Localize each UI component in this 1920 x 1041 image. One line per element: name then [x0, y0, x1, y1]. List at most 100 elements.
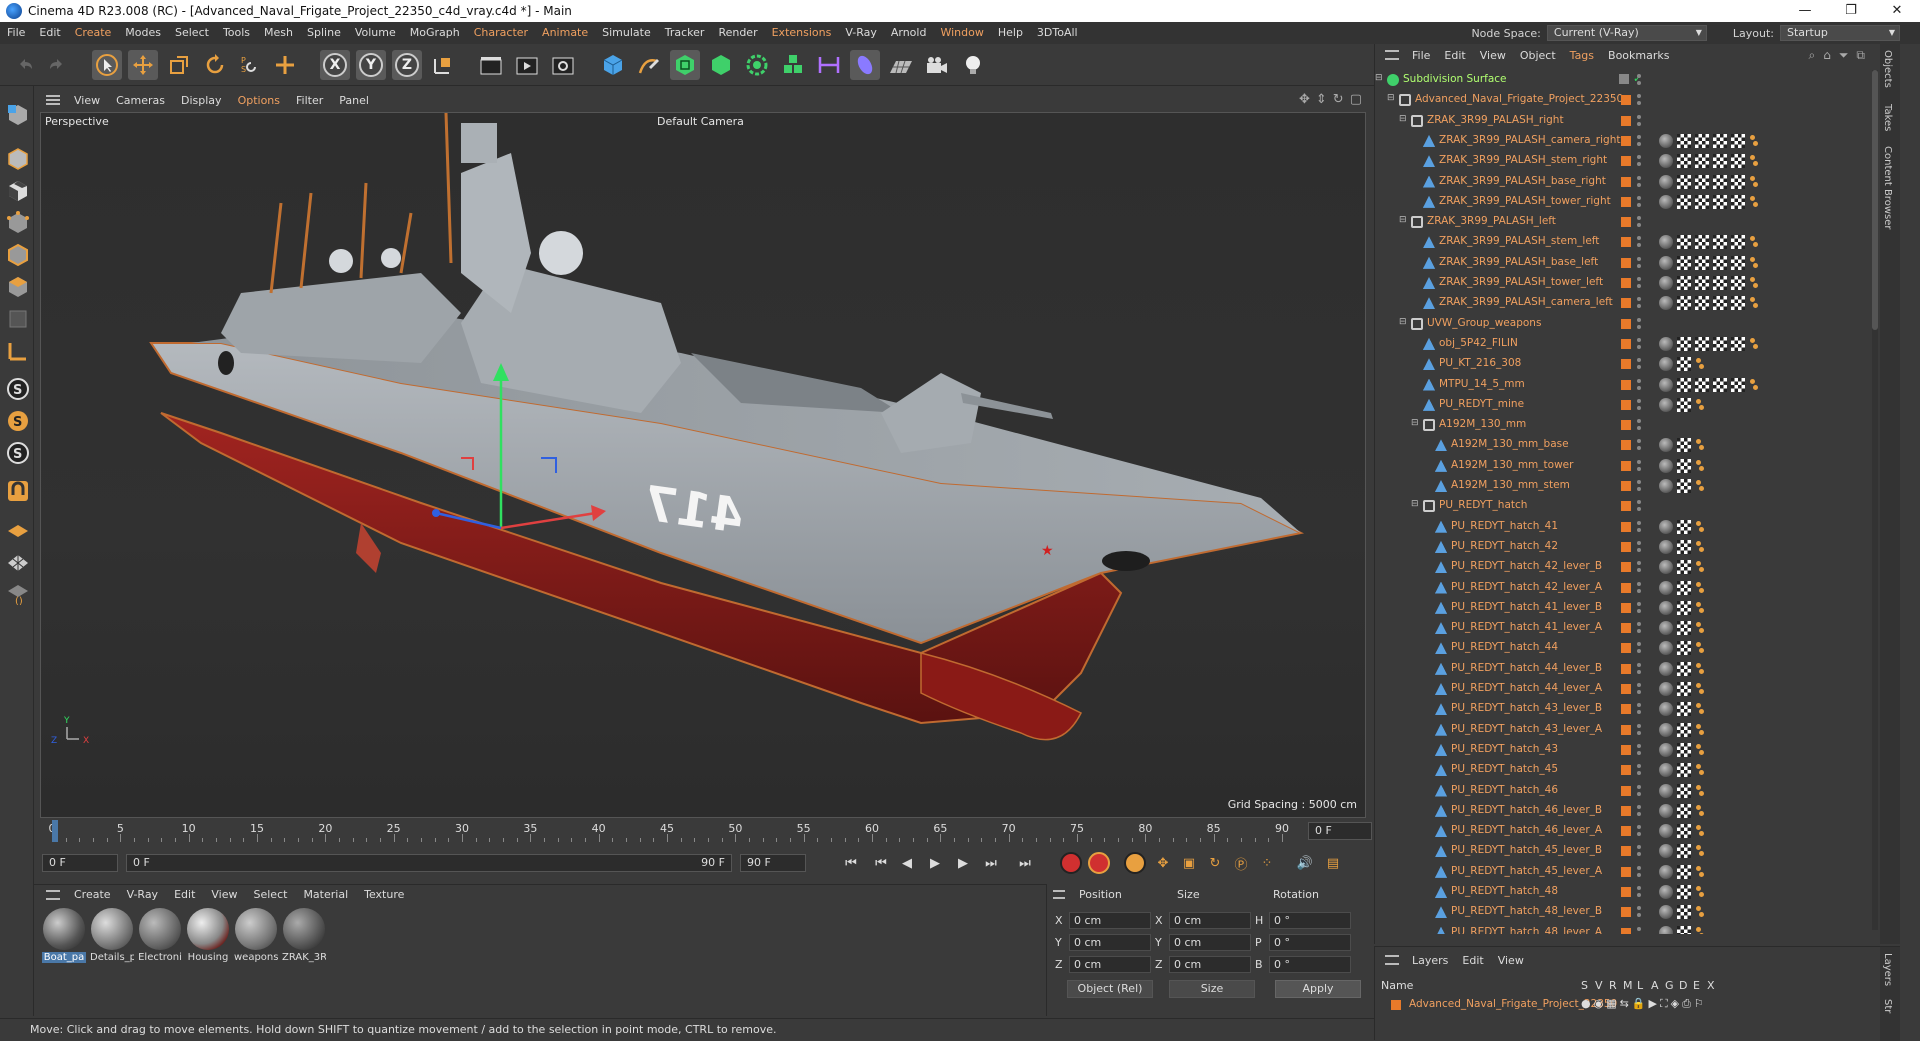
close-button[interactable]: ✕	[1874, 0, 1920, 22]
rotate-view-icon[interactable]: ↻	[1333, 92, 1344, 107]
z-axis-lock-button[interactable]: Z	[392, 50, 422, 80]
material-tag-icon[interactable]	[1659, 438, 1673, 453]
object-row[interactable]: PU_REDYT_hatch_41_lever_B	[1375, 598, 1881, 618]
menu-spline[interactable]: Spline	[300, 22, 348, 44]
uvw-tag-icon[interactable]	[1731, 336, 1745, 351]
visibility-dots-icon[interactable]	[1637, 256, 1641, 269]
apply-button[interactable]: Apply	[1275, 980, 1361, 998]
object-name[interactable]: PU_REDYT_hatch_42	[1451, 540, 1558, 552]
layers-menu-layers[interactable]: Layers	[1405, 954, 1455, 967]
selection-tag-icon[interactable]	[1695, 398, 1705, 412]
material-tag-icon[interactable]	[1659, 235, 1673, 250]
key-position-button[interactable]: ✥	[1152, 853, 1174, 873]
deformer-button[interactable]	[850, 50, 880, 80]
object-row[interactable]: PU_REDYT_hatch_42_lever_A	[1375, 578, 1881, 598]
visibility-dots-icon[interactable]	[1637, 398, 1641, 411]
scale-tool-button[interactable]	[164, 50, 194, 80]
rotation-p-field[interactable]: 0 °	[1269, 934, 1351, 951]
expand-toggle-icon[interactable]: ⊟	[1411, 418, 1419, 428]
objects-menu-view[interactable]: View	[1473, 49, 1513, 62]
layer-color-swatch[interactable]	[1621, 785, 1631, 796]
layer-color-swatch[interactable]	[1621, 481, 1631, 491]
material-tag-icon[interactable]	[1659, 600, 1673, 615]
layer-color-swatch[interactable]	[1621, 176, 1631, 187]
uvw-tag-icon[interactable]	[1731, 377, 1745, 392]
visibility-dots-icon[interactable]	[1637, 175, 1641, 188]
camera-button[interactable]	[922, 50, 952, 80]
rotate-tool-button[interactable]	[200, 50, 230, 80]
start-frame-field[interactable]: 0 F	[42, 854, 118, 872]
material-tag-icon[interactable]	[1659, 255, 1673, 270]
material-tag-icon[interactable]	[1659, 377, 1673, 392]
uvw-tag-icon[interactable]	[1695, 194, 1709, 209]
uvw-tag-icon[interactable]	[1677, 580, 1691, 595]
uvw-tag-icon[interactable]	[1677, 336, 1691, 351]
layer-color-swatch[interactable]	[1621, 684, 1631, 694]
selection-tag-icon[interactable]	[1695, 865, 1705, 879]
uvw-tag-icon[interactable]	[1677, 824, 1691, 839]
layer-manager-menu-icon[interactable]	[1385, 955, 1399, 965]
measure-button[interactable]	[814, 50, 844, 80]
object-row[interactable]: PU_REDYT_hatch_45_lever_B	[1375, 841, 1881, 861]
layer-row[interactable]: Advanced_Naval_Frigate_Project_22350 ●◉▦…	[1379, 997, 1879, 1015]
polygons-mode-button[interactable]	[5, 274, 31, 300]
uvw-tag-icon[interactable]	[1677, 803, 1691, 818]
object-name[interactable]: PU_REDYT_hatch_48	[1451, 885, 1558, 897]
expand-toggle-icon[interactable]: ⊟	[1399, 317, 1407, 327]
material-menu-view[interactable]: View	[203, 888, 245, 901]
menu-extensions[interactable]: Extensions	[765, 22, 839, 44]
cloner-button[interactable]	[742, 50, 772, 80]
menu-mograph[interactable]: MoGraph	[403, 22, 467, 44]
uvw-tag-icon[interactable]	[1677, 641, 1691, 656]
size-x-field[interactable]: 0 cm	[1169, 912, 1251, 929]
visibility-dots-icon[interactable]	[1637, 622, 1641, 634]
size-y-field[interactable]: 0 cm	[1169, 934, 1251, 951]
object-name[interactable]: Advanced_Naval_Frigate_Project_22350	[1415, 93, 1623, 105]
object-name[interactable]: ZRAK_3R99_PALASH_stem_right	[1439, 154, 1607, 166]
size-mode-select[interactable]: Size	[1169, 980, 1255, 998]
objects-menu-file[interactable]: File	[1405, 49, 1437, 62]
material-tag-icon[interactable]	[1659, 276, 1673, 290]
object-name[interactable]: PU_REDYT_hatch_46	[1451, 784, 1558, 796]
selection-tag-icon[interactable]	[1749, 296, 1759, 310]
subdivision-surface-button[interactable]	[670, 50, 700, 80]
filter-icon[interactable]: ⏷	[1839, 48, 1849, 63]
material-tag-icon[interactable]	[1659, 824, 1673, 839]
uvw-tag-icon[interactable]	[1677, 438, 1691, 453]
key-rotation-button[interactable]: ↻	[1204, 853, 1226, 873]
menu-3dtoall[interactable]: 3DToAll	[1030, 22, 1085, 44]
key-pla-button[interactable]: ⁘	[1256, 853, 1278, 873]
visibility-dots-icon[interactable]	[1637, 743, 1641, 756]
maximize-button[interactable]: ❐	[1828, 0, 1874, 22]
selection-tag-icon[interactable]	[1749, 276, 1759, 290]
selection-tag-icon[interactable]	[1695, 784, 1705, 798]
object-name[interactable]: ZRAK_3R99_PALASH_tower_right	[1439, 195, 1611, 207]
lock-workplane-button[interactable]: ()	[5, 580, 31, 606]
selection-tag-icon[interactable]	[1695, 621, 1705, 635]
record-button[interactable]	[1060, 852, 1082, 874]
object-scrollbar[interactable]	[1872, 70, 1878, 930]
uvw-tag-icon[interactable]	[1731, 154, 1745, 169]
layer-color-swatch[interactable]	[1621, 379, 1631, 390]
tweak-button[interactable]	[5, 478, 31, 504]
selection-tag-icon[interactable]	[1695, 905, 1705, 919]
objects-menu-edit[interactable]: Edit	[1437, 49, 1472, 62]
visibility-dots-icon[interactable]	[1637, 317, 1641, 330]
material-tag-icon[interactable]	[1659, 702, 1673, 717]
object-name[interactable]: ZRAK_3R99_PALASH_base_right	[1439, 175, 1606, 187]
perspective-viewport[interactable]: Perspective Default Camera 417 ★ Y Z X G…	[40, 112, 1366, 818]
layer-color-swatch[interactable]	[1621, 643, 1631, 654]
visibility-dots-icon[interactable]	[1637, 74, 1641, 86]
uvw-tag-icon[interactable]	[1677, 600, 1691, 615]
workplane-snap-button[interactable]: S	[5, 440, 31, 466]
selection-tag-icon[interactable]	[1749, 378, 1759, 392]
material-tag-icon[interactable]	[1659, 154, 1673, 169]
visibility-dots-icon[interactable]	[1637, 906, 1641, 918]
uvw-tag-icon[interactable]	[1677, 702, 1691, 717]
floor-button[interactable]	[886, 50, 916, 80]
tab-content-browser[interactable]: Content Browser	[1882, 146, 1893, 229]
object-row[interactable]: PU_REDYT_hatch_43	[1375, 740, 1881, 760]
visibility-dots-icon[interactable]	[1637, 926, 1641, 934]
visibility-dots-icon[interactable]	[1637, 520, 1641, 533]
object-name[interactable]: A192M_130_mm_stem	[1451, 479, 1570, 491]
